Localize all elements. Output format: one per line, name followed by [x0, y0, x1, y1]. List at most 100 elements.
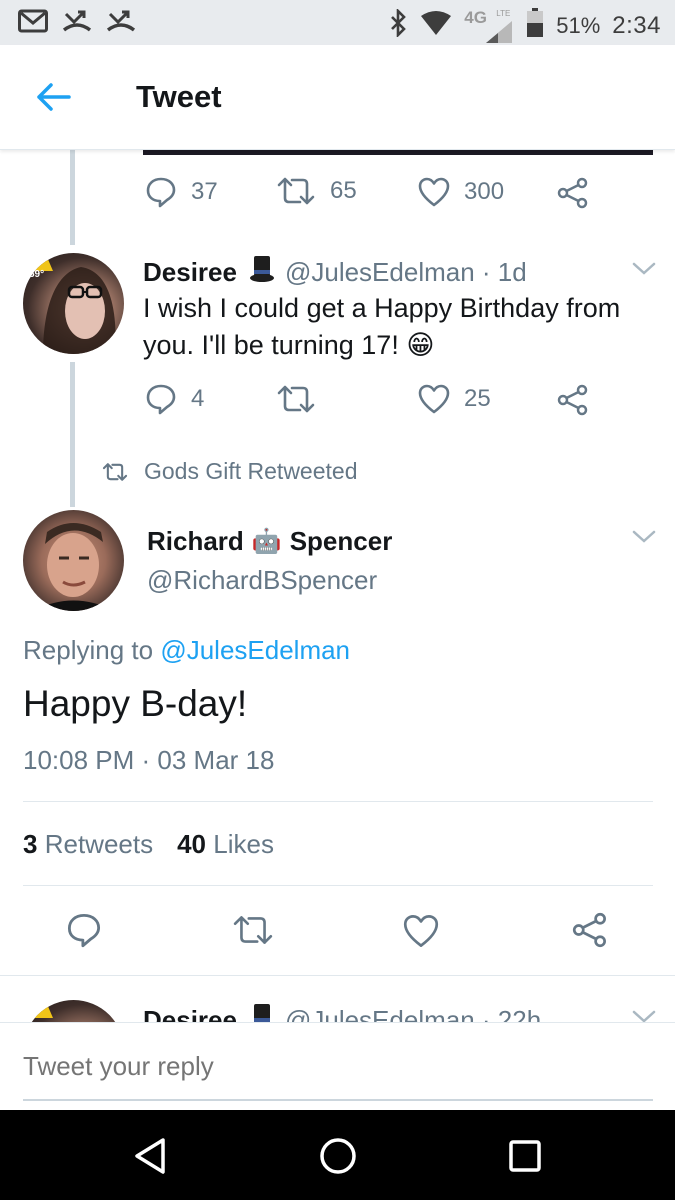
- reply-input[interactable]: [23, 1051, 623, 1082]
- retweet-button[interactable]: [232, 914, 274, 946]
- missed-call-icon: [62, 8, 92, 39]
- avatar-photo: [33, 523, 115, 611]
- like-count: 300: [464, 178, 505, 205]
- reply-button[interactable]: 4: [145, 383, 204, 415]
- author-handle[interactable]: @JulesEdelman · 22h: [285, 1005, 541, 1022]
- share-icon: [557, 384, 588, 416]
- reply-count: 4: [191, 385, 205, 412]
- tweet-menu-button[interactable]: [632, 530, 656, 549]
- divider: [23, 885, 653, 886]
- retweets-count: 3: [23, 829, 38, 859]
- avatar-badge: 59°: [29, 269, 45, 280]
- tweet-timestamp[interactable]: 10:08 PM · 03 Mar 18: [23, 745, 274, 776]
- share-button[interactable]: [572, 912, 608, 948]
- signal-icon: 4G LTE: [464, 8, 514, 43]
- reply-icon: [146, 177, 176, 208]
- tweet-menu-button[interactable]: [632, 1010, 656, 1022]
- avatar-photo: [28, 1004, 53, 1018]
- heart-icon: [418, 177, 450, 207]
- chevron-down-icon: [632, 262, 656, 275]
- nav-recents-button[interactable]: [503, 1134, 547, 1178]
- retweet-button[interactable]: [276, 384, 330, 414]
- chevron-down-icon: [632, 530, 656, 543]
- back-button[interactable]: [32, 75, 76, 119]
- square-recents-icon: [509, 1140, 541, 1172]
- android-nav-bar: [0, 1110, 675, 1200]
- gmail-icon: [18, 9, 48, 38]
- retweets-stat[interactable]: 3 Retweets: [23, 829, 153, 860]
- reply-button[interactable]: [66, 912, 102, 948]
- main-tweet-handle: @RichardBSpencer: [147, 565, 377, 596]
- next-tweet[interactable]: Desiree @JulesEdelman · 22h: [0, 976, 675, 1022]
- share-button[interactable]: [557, 384, 589, 416]
- author-name-first[interactable]: Richard: [147, 526, 244, 557]
- reply-icon: [146, 384, 176, 415]
- replying-to-handle[interactable]: @JulesEdelman: [160, 635, 350, 665]
- reply-input-underline: [23, 1099, 653, 1101]
- media-image[interactable]: [143, 150, 653, 155]
- tweet-text: I wish I could get a Happy Birthday from…: [143, 290, 658, 364]
- back-arrow-icon: [37, 83, 71, 111]
- share-icon: [557, 177, 588, 209]
- clock: 2:34: [612, 12, 661, 39]
- reply-count: 37: [191, 178, 218, 205]
- top-hat-icon: [249, 254, 275, 291]
- retweet-icon: [277, 385, 315, 413]
- likes-label: Likes: [213, 829, 274, 859]
- bluetooth-icon: [388, 7, 408, 43]
- chevron-down-icon: [632, 1010, 656, 1022]
- main-tweet-name: Richard 🤖 Spencer: [147, 526, 392, 557]
- robot-emoji: 🤖: [251, 528, 282, 555]
- replying-to: Replying to @JulesEdelman: [23, 635, 350, 666]
- tweet-text-line: you. I'll be turning 17! 😁: [143, 330, 435, 360]
- tweet-stats: 3 Retweets 40 Likes: [23, 829, 274, 860]
- circle-home-icon: [320, 1138, 356, 1174]
- retweets-label: Retweets: [44, 829, 154, 859]
- triangle-back-icon: [135, 1138, 165, 1174]
- author-handle[interactable]: @RichardBSpencer: [147, 565, 377, 596]
- nav-back-button[interactable]: [128, 1134, 172, 1178]
- missed-call-icon: [106, 8, 136, 39]
- app-header: Tweet: [0, 45, 675, 150]
- author-name[interactable]: Desiree: [143, 257, 237, 288]
- share-icon: [572, 912, 606, 948]
- retweet-context[interactable]: Gods Gift Retweeted: [102, 458, 358, 485]
- next-tweet-header: Desiree @JulesEdelman · 22h: [143, 1002, 541, 1022]
- reply-icon: [67, 913, 101, 948]
- replying-to-label: Replying to: [23, 635, 161, 665]
- author-name[interactable]: Desiree: [143, 1005, 237, 1022]
- main-tweet-text: Happy B-day!: [23, 683, 248, 724]
- top-hat-icon: [249, 1002, 275, 1022]
- author-handle[interactable]: @JulesEdelman · 1d: [285, 257, 527, 288]
- likes-stat[interactable]: 40 Likes: [177, 829, 274, 860]
- tweet-menu-button[interactable]: [632, 262, 656, 281]
- reply-tweet-header: Desiree @JulesEdelman · 1d: [143, 254, 527, 291]
- retweet-icon: [277, 177, 315, 205]
- retweet-button[interactable]: 65: [276, 176, 357, 206]
- nav-home-button[interactable]: [316, 1134, 360, 1178]
- reply-button[interactable]: 37: [145, 176, 218, 208]
- heart-icon: [418, 384, 450, 414]
- retweet-icon: [233, 916, 273, 944]
- retweet-count: 65: [330, 177, 357, 204]
- status-bar: 4G LTE 51% 2:34: [0, 0, 675, 45]
- heart-icon: [403, 915, 439, 947]
- battery-icon: [526, 8, 544, 44]
- author-name-last[interactable]: Spencer: [290, 526, 393, 557]
- avatar[interactable]: 59°: [23, 253, 124, 354]
- like-button[interactable]: 25: [418, 384, 491, 414]
- thread-line: [70, 362, 75, 507]
- avatar[interactable]: [23, 510, 124, 611]
- thread-line: [70, 150, 75, 245]
- wifi-icon: [420, 10, 452, 42]
- retweet-icon: [102, 462, 128, 481]
- likes-count: 40: [177, 829, 207, 859]
- avatar[interactable]: [23, 1000, 124, 1022]
- like-button[interactable]: [403, 914, 439, 948]
- share-button[interactable]: [557, 177, 589, 209]
- like-button[interactable]: 300: [418, 177, 504, 207]
- tweet-text-line: I wish I could get a Happy Birthday from: [143, 293, 621, 323]
- like-count: 25: [464, 385, 491, 412]
- battery-percent: 51%: [556, 13, 601, 38]
- divider: [23, 801, 653, 802]
